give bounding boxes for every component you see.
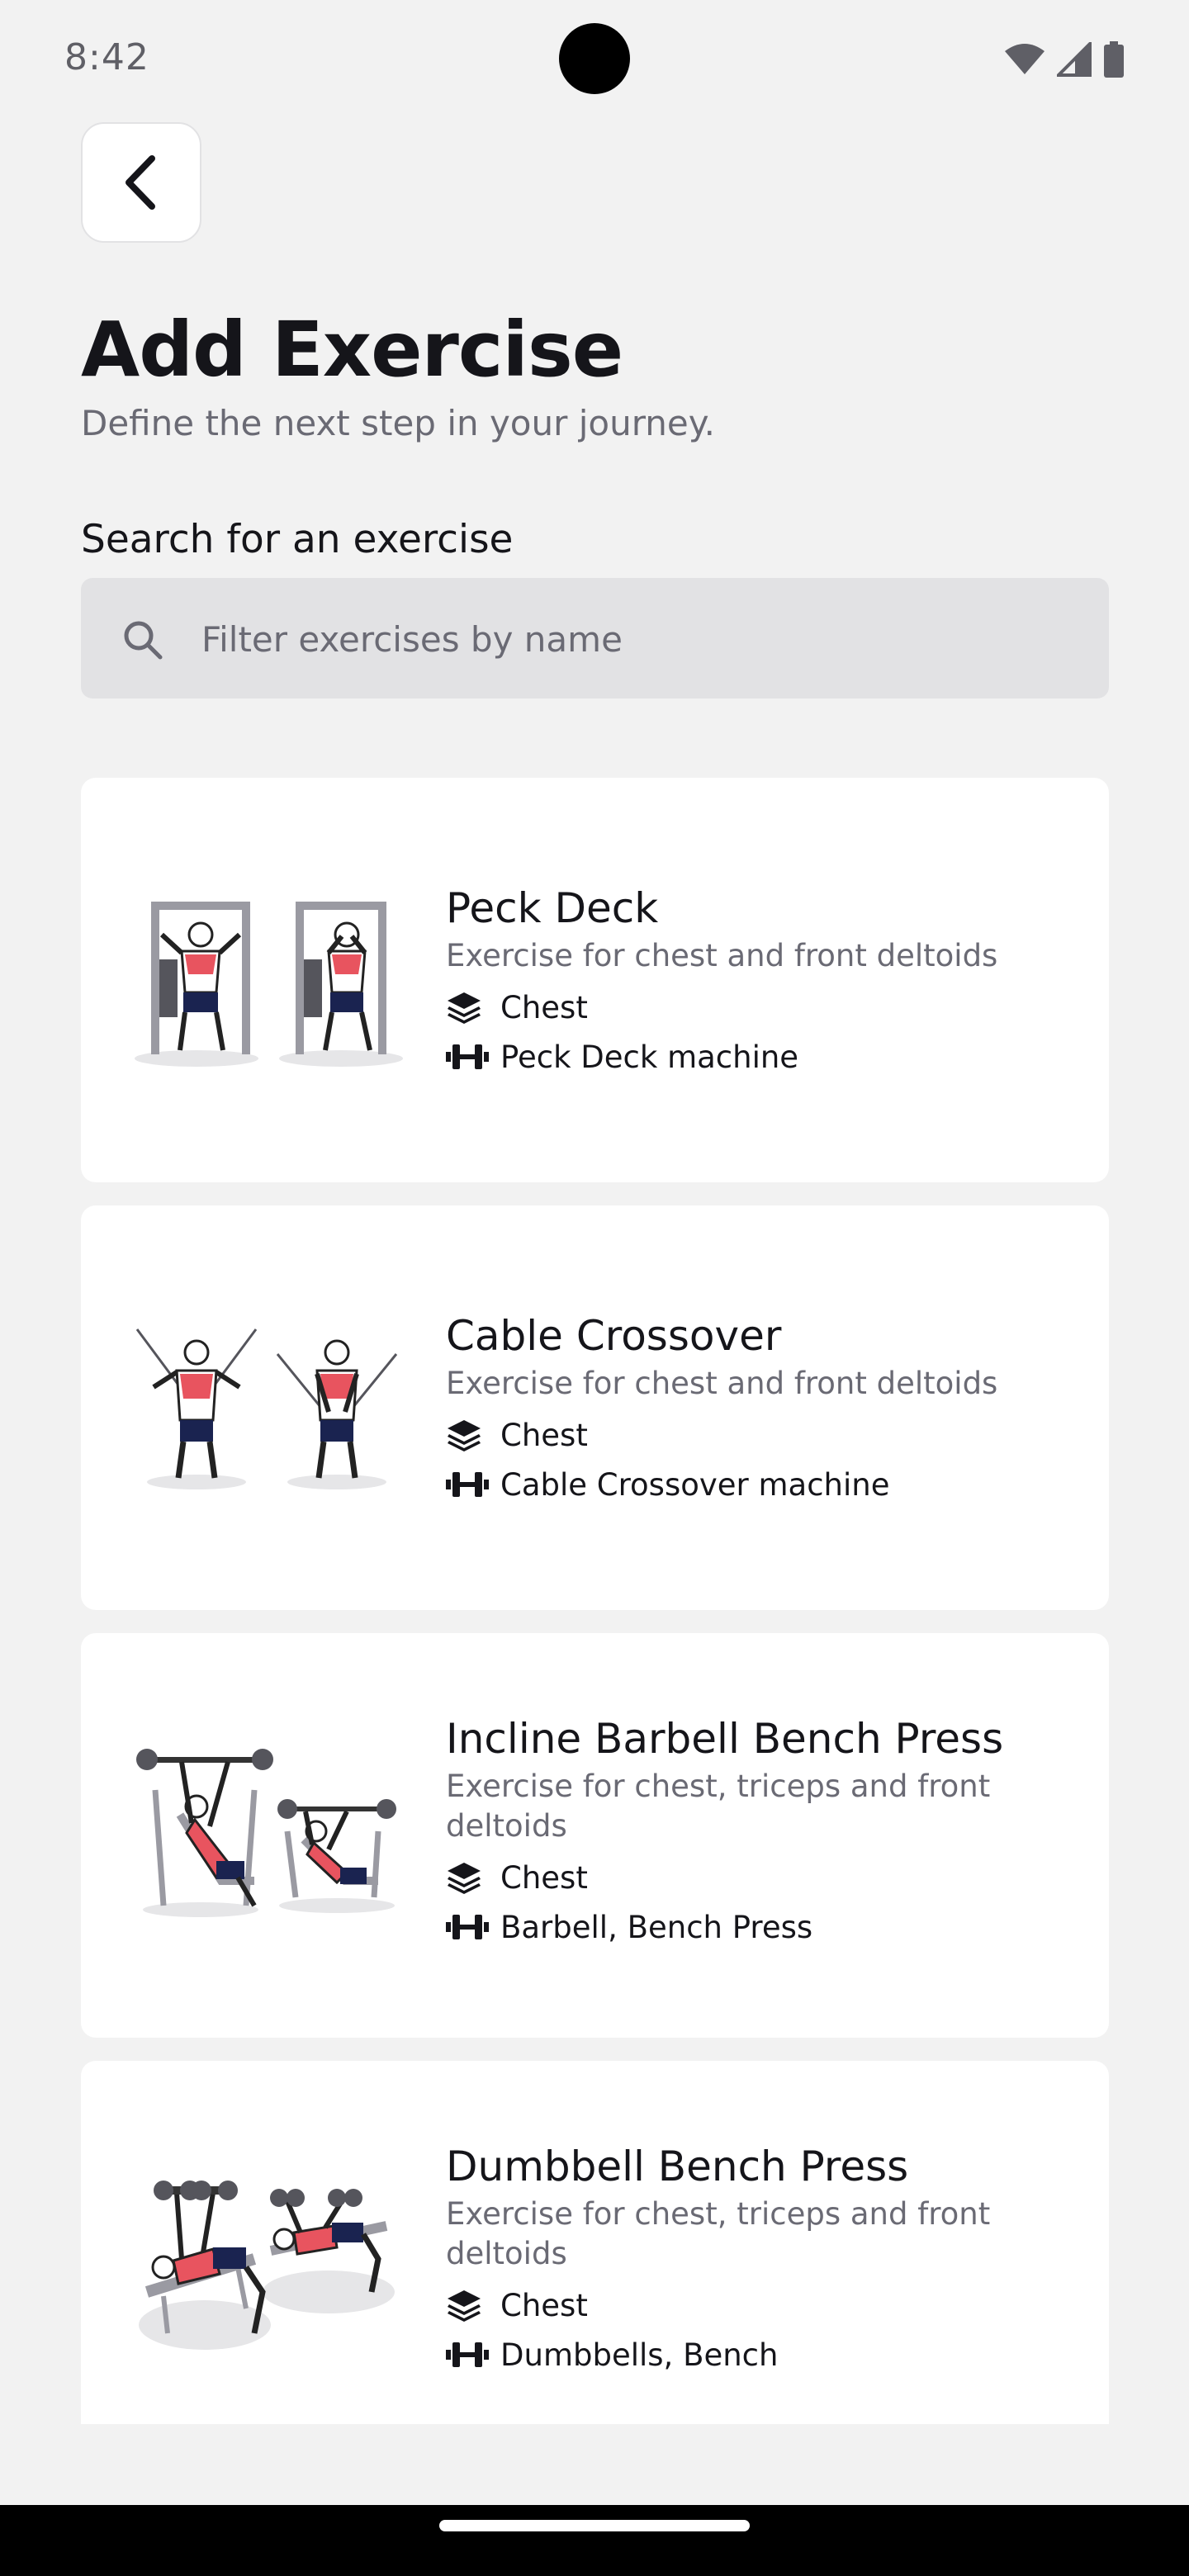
- home-indicator[interactable]: [439, 2520, 750, 2531]
- muscle-label: Chest: [500, 2287, 588, 2323]
- exercise-muscle: Chest: [446, 1858, 1040, 1897]
- exercise-muscle: Chest: [446, 987, 1040, 1027]
- exercise-name: Cable Crossover: [446, 1312, 782, 1360]
- layers-icon: [446, 2285, 489, 2325]
- incline-bench-press-illustration: [136, 1749, 396, 1917]
- exercise-equipment: Barbell, Bench Press: [446, 1907, 1040, 1947]
- exercise-name: Incline Barbell Bench Press: [446, 1715, 1004, 1763]
- exercise-description: Exercise for chest and front deltoids: [446, 1366, 998, 1401]
- exercise-details: Incline Barbell Bench Press Exercise for…: [446, 1714, 1040, 1947]
- exercise-equipment: Cable Crossover machine: [446, 1465, 1040, 1504]
- wifi-icon: [1005, 44, 1045, 74]
- muscle-label: Chest: [500, 1417, 588, 1453]
- exercise-equipment: Dumbbells, Bench: [446, 2335, 1040, 2375]
- exercise-details: Peck Deck Exercise for chest and front d…: [446, 883, 1040, 1077]
- search-icon: [124, 621, 163, 660]
- exercise-card[interactable]: Incline Barbell Bench Press Exercise for…: [81, 1633, 1109, 2038]
- dumbbell-icon: [446, 2335, 489, 2375]
- layers-icon: [446, 1415, 489, 1455]
- exercise-description: Exercise for chest, triceps and front de…: [446, 1769, 991, 1844]
- equipment-label: Dumbbells, Bench: [500, 2337, 779, 2373]
- exercise-details: Cable Crossover Exercise for chest and f…: [446, 1311, 1040, 1504]
- exercise-description: Exercise for chest and front deltoids: [446, 938, 998, 973]
- exercise-card[interactable]: Dumbbell Bench Press Exercise for chest,…: [81, 2061, 1109, 2424]
- exercise-details: Dumbbell Bench Press Exercise for chest,…: [446, 2142, 1040, 2375]
- search-label: Search for an exercise: [81, 517, 514, 562]
- dumbbell-bench-press-illustration: [139, 2181, 395, 2350]
- bottom-spacer: [0, 2424, 1189, 2505]
- layers-icon: [446, 987, 489, 1027]
- peck-deck-illustration: [135, 902, 403, 1067]
- muscle-label: Chest: [500, 989, 588, 1025]
- system-navigation-bar: [0, 2505, 1189, 2576]
- exercise-card[interactable]: Peck Deck Exercise for chest and front d…: [81, 778, 1109, 1182]
- battery-icon: [1104, 41, 1124, 78]
- status-icons: [1004, 41, 1125, 78]
- camera-cutout: [559, 23, 630, 94]
- exercise-name: Dumbbell Bench Press: [446, 2143, 909, 2190]
- page-subtitle: Define the next step in your journey.: [81, 403, 715, 443]
- chevron-left-icon: [126, 155, 155, 210]
- search-input[interactable]: [200, 578, 1078, 700]
- signal-icon: [1057, 42, 1092, 77]
- equipment-label: Cable Crossover machine: [500, 1466, 890, 1503]
- muscle-label: Chest: [500, 1859, 588, 1896]
- exercise-description: Exercise for chest, triceps and front de…: [446, 2196, 991, 2271]
- status-bar: 8:42: [0, 0, 1189, 116]
- exercise-muscle: Chest: [446, 1415, 1040, 1455]
- cable-crossover-illustration: [135, 1328, 398, 1489]
- page-title: Add Exercise: [81, 305, 623, 394]
- dumbbell-icon: [446, 1037, 489, 1077]
- exercise-card[interactable]: Cable Crossover Exercise for chest and f…: [81, 1205, 1109, 1610]
- exercise-equipment: Peck Deck machine: [446, 1037, 1040, 1077]
- layers-icon: [446, 1858, 489, 1897]
- equipment-label: Barbell, Bench Press: [500, 1909, 813, 1945]
- dumbbell-icon: [446, 1465, 489, 1504]
- search-box[interactable]: [81, 578, 1109, 700]
- exercise-muscle: Chest: [446, 2285, 1040, 2325]
- dumbbell-icon: [446, 1907, 489, 1947]
- back-button[interactable]: [81, 122, 201, 243]
- equipment-label: Peck Deck machine: [500, 1039, 799, 1075]
- status-time: 8:42: [64, 36, 149, 78]
- exercise-name: Peck Deck: [446, 884, 659, 932]
